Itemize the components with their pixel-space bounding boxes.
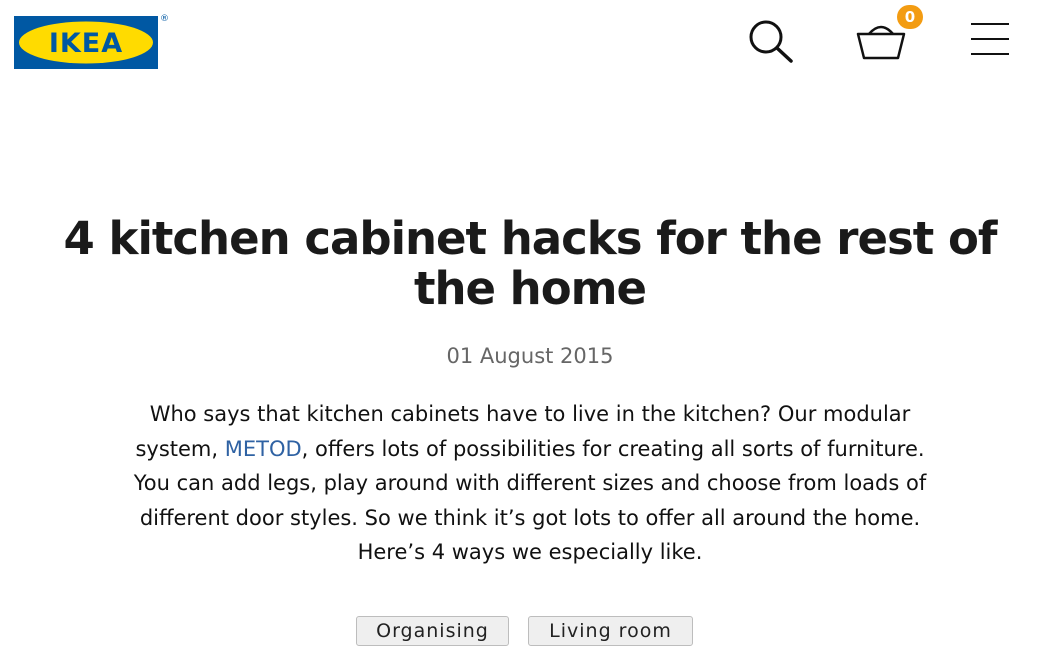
page: IKEA ® 0 4 kitchen cabinet hacks for the… [0, 0, 1037, 663]
menu-button[interactable] [968, 20, 1012, 58]
hamburger-menu-icon [971, 23, 1009, 55]
logo-text: IKEA [49, 28, 123, 59]
metod-link[interactable]: METOD [225, 437, 302, 461]
article-title: 4 kitchen cabinet hacks for the rest of … [63, 212, 998, 315]
tag-living-room[interactable]: Living room [528, 616, 693, 646]
search-button[interactable] [746, 18, 796, 64]
article-date: 01 August 2015 [446, 344, 614, 368]
basket-count-badge: 0 [897, 5, 923, 29]
tag-organising[interactable]: Organising [356, 616, 509, 646]
article-intro: Who says that kitchen cabinets have to l… [115, 397, 945, 570]
ikea-logo[interactable]: IKEA [14, 16, 158, 69]
registered-mark: ® [160, 14, 169, 24]
search-icon [749, 20, 793, 63]
